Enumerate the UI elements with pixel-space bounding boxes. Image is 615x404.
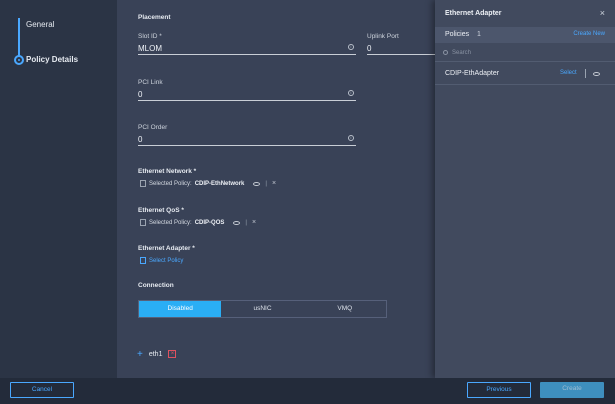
connection-toggle: Disabled usNIC VMQ: [138, 300, 387, 318]
select-policy-label: Select Policy: [149, 257, 184, 264]
document-icon: [140, 219, 146, 226]
step-policy-details[interactable]: Policy Details: [26, 55, 78, 64]
divider: |: [265, 180, 267, 187]
pci-link-underline: [138, 100, 356, 101]
expand-icon[interactable]: +: [137, 349, 143, 360]
close-icon[interactable]: ×: [252, 219, 256, 226]
ethernet-qos-policy-name: CDIP-QOS: [194, 219, 225, 226]
eye-icon[interactable]: [253, 181, 261, 186]
form-card: Placement Slot ID * MLOM i Uplink Port 0…: [127, 0, 435, 338]
connection-option-usnic[interactable]: usNIC: [221, 301, 303, 317]
document-icon: [140, 180, 146, 187]
ethernet-network-label: Ethernet Network *: [138, 168, 197, 175]
uplink-port-underline: [367, 54, 435, 55]
selected-policy-prefix: Selected Policy:: [149, 219, 192, 226]
drawer-title: Ethernet Adapter: [445, 10, 502, 17]
select-policy-link[interactable]: Select Policy: [140, 257, 183, 264]
slot-id-info-icon[interactable]: i: [348, 44, 354, 50]
wizard-footer: Cancel Previous Create: [0, 378, 615, 404]
policy-search[interactable]: Search: [443, 46, 607, 59]
previous-button[interactable]: Previous: [467, 382, 531, 398]
pci-order-info-icon[interactable]: i: [348, 135, 354, 141]
create-button[interactable]: Create: [540, 382, 604, 398]
search-input[interactable]: Search: [452, 50, 471, 56]
search-icon: [443, 50, 448, 55]
ethernet-adapter-drawer: Ethernet Adapter × Policies 1 Create New…: [435, 0, 615, 378]
close-icon[interactable]: ×: [600, 8, 605, 18]
slot-id-field[interactable]: MLOM: [138, 44, 162, 53]
pci-order-underline: [138, 145, 356, 146]
divider: |: [245, 219, 247, 226]
policies-count: 1: [477, 31, 481, 38]
eye-icon[interactable]: [593, 72, 600, 76]
divider: [585, 69, 586, 78]
eye-icon[interactable]: [233, 220, 241, 225]
divider: [435, 84, 615, 85]
placement-title: Placement: [138, 14, 171, 21]
policy-details-panel: Placement Slot ID * MLOM i Uplink Port 0…: [117, 0, 435, 378]
divider: [435, 61, 615, 62]
pci-link-label: PCI Link: [138, 79, 163, 86]
pci-order-field[interactable]: 0: [138, 135, 142, 144]
uplink-port-field[interactable]: 0: [367, 44, 371, 53]
ethernet-qos-selection: Selected Policy: CDIP-QOS | ×: [140, 219, 256, 226]
policies-bar: Policies 1 Create New: [435, 27, 615, 43]
connection-option-vmq[interactable]: VMQ: [304, 301, 386, 317]
pci-link-field[interactable]: 0: [138, 90, 142, 99]
select-link[interactable]: Select: [560, 70, 577, 76]
connection-label: Connection: [138, 282, 174, 289]
list-item[interactable]: CDIP-EthAdapter Select: [435, 64, 615, 84]
step-current-indicator: [14, 55, 24, 65]
step-general[interactable]: General: [26, 20, 54, 29]
ethernet-network-selection: Selected Policy: CDIP-EthNetwork | ×: [140, 180, 276, 187]
ethernet-adapter-label: Ethernet Adapter *: [138, 245, 195, 252]
document-icon: [140, 257, 146, 264]
stepper-line: [18, 18, 20, 60]
interface-name: eth1: [148, 350, 163, 358]
uplink-port-label: Uplink Port: [367, 33, 399, 40]
create-new-link[interactable]: Create New: [573, 31, 605, 37]
delete-icon[interactable]: ×: [168, 350, 177, 358]
ethernet-network-policy-name: CDIP-EthNetwork: [194, 180, 245, 187]
slot-id-label: Slot ID *: [138, 33, 162, 40]
selected-policy-prefix: Selected Policy:: [149, 180, 192, 187]
drawer-header: Ethernet Adapter ×: [435, 0, 615, 27]
connection-option-disabled[interactable]: Disabled: [139, 301, 222, 317]
policy-name: CDIP-EthAdapter: [445, 70, 500, 77]
policies-label: Policies: [445, 31, 470, 38]
close-icon[interactable]: ×: [272, 180, 276, 187]
cancel-button[interactable]: Cancel: [10, 382, 74, 398]
pci-order-label: PCI Order: [138, 124, 168, 131]
interface-row: + eth1 ×: [127, 342, 435, 366]
slot-id-underline: [138, 54, 356, 55]
wizard-stepper: General Policy Details: [0, 0, 117, 378]
ethernet-qos-label: Ethernet QoS *: [138, 207, 184, 214]
pci-link-info-icon[interactable]: i: [348, 90, 354, 96]
